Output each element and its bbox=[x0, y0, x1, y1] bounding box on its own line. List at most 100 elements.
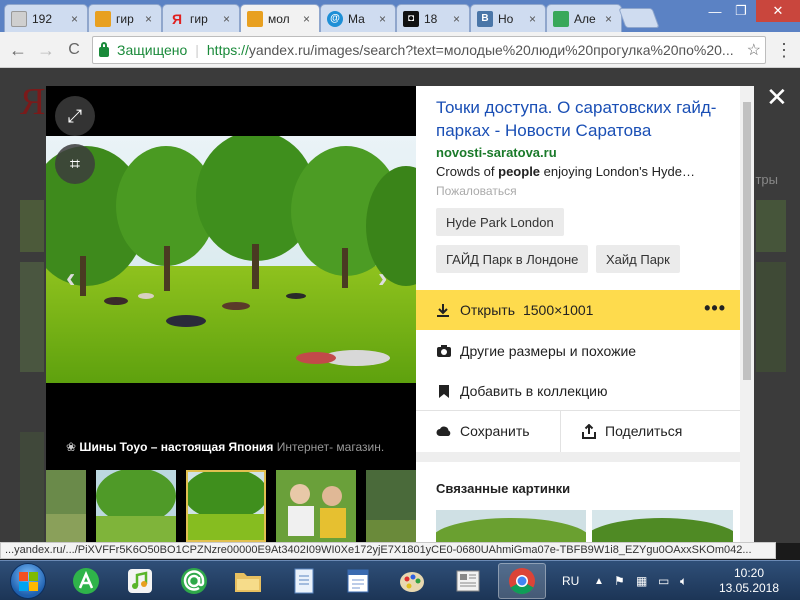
volume-icon[interactable]: 🔈︎ bbox=[680, 561, 687, 600]
folder-icon bbox=[235, 573, 261, 592]
tab-strip: 192 × гир × Я гир × мол × @ Ма × ◘ 18 × … bbox=[0, 0, 800, 32]
forward-button[interactable]: → bbox=[34, 38, 58, 62]
taskbar-mail-agent[interactable] bbox=[170, 563, 218, 599]
ad-line[interactable]: ❀ Шины Toyo – настоящая Япония Интернет-… bbox=[66, 440, 384, 454]
tag-gaid-park[interactable]: ГАЙД Парк в Лондоне bbox=[436, 245, 589, 273]
thumbnail[interactable] bbox=[276, 470, 356, 542]
taskbar-explorer[interactable] bbox=[224, 563, 272, 599]
lock-icon bbox=[99, 42, 109, 57]
taskbar-app-launcher[interactable] bbox=[62, 563, 110, 599]
tab-close-icon[interactable]: × bbox=[223, 12, 233, 26]
panel-scrollbar[interactable] bbox=[740, 86, 754, 543]
taskbar-notepad[interactable] bbox=[280, 563, 328, 599]
crop-icon[interactable]: ⌗ bbox=[55, 144, 95, 184]
open-label: Открыть bbox=[460, 302, 515, 318]
source-snippet: Crowds of people enjoying London's Hyde… bbox=[436, 164, 726, 179]
scrollbar-thumb[interactable] bbox=[743, 102, 751, 380]
taskbar-music[interactable] bbox=[116, 563, 164, 599]
address-bar[interactable]: Защищено | https:// yandex.ru/images/sea… bbox=[92, 36, 766, 64]
thumbnail[interactable] bbox=[366, 470, 416, 542]
clock-time: 10:20 bbox=[733, 566, 765, 580]
next-image-arrow[interactable]: › bbox=[378, 262, 387, 294]
browser-menu-icon[interactable]: ⋮ bbox=[774, 39, 794, 61]
tab-close-icon[interactable]: × bbox=[71, 12, 81, 26]
image-icon bbox=[95, 10, 111, 27]
ad-icon: ❀ bbox=[66, 440, 80, 454]
fullscreen-expand-icon[interactable]: ⤢ bbox=[55, 96, 95, 136]
more-options-icon[interactable]: ••• bbox=[704, 298, 726, 319]
taskbar-news[interactable] bbox=[444, 563, 492, 599]
tab-close-icon[interactable]: × bbox=[379, 12, 389, 26]
tab-title: Но bbox=[498, 11, 514, 26]
main-photo[interactable] bbox=[46, 136, 416, 383]
snippet-highlight: people bbox=[498, 164, 541, 179]
add-collection-label: Добавить в коллекцию bbox=[460, 383, 608, 399]
tab-close-icon[interactable]: × bbox=[529, 12, 539, 26]
language-indicator[interactable]: RU bbox=[562, 561, 579, 600]
report-link[interactable]: Пожаловаться bbox=[436, 184, 517, 198]
monitor-icon[interactable]: ▭ bbox=[658, 561, 669, 600]
other-sizes-button[interactable]: Другие размеры и похожие bbox=[416, 331, 740, 371]
related-image[interactable] bbox=[436, 510, 586, 543]
ad-text: Интернет- магазин. bbox=[276, 440, 385, 454]
system-clock[interactable]: 10:20 13.05.2018 bbox=[712, 566, 786, 596]
green-square-icon bbox=[553, 10, 569, 27]
add-to-collection-button[interactable]: Добавить в коллекцию bbox=[416, 371, 740, 411]
tab-close-icon[interactable]: × bbox=[605, 12, 615, 26]
browser-tab-8[interactable]: Але × bbox=[546, 4, 622, 32]
paint-palette-icon bbox=[400, 572, 424, 592]
minimize-button[interactable]: — bbox=[702, 0, 728, 22]
new-tab-button[interactable] bbox=[618, 8, 660, 28]
tab-title: гир bbox=[190, 11, 208, 26]
browser-tab-7[interactable]: B Но × bbox=[470, 4, 546, 32]
flag-icon[interactable]: ⚑ bbox=[614, 561, 625, 600]
url-scheme: https:// bbox=[206, 42, 249, 58]
tab-close-icon[interactable]: × bbox=[303, 12, 313, 26]
thumbnail-selected[interactable] bbox=[186, 470, 266, 542]
browser-tab-6[interactable]: ◘ 18 × bbox=[396, 4, 470, 32]
background-thumbnail bbox=[20, 262, 44, 372]
related-image[interactable] bbox=[592, 510, 733, 543]
music-note-icon bbox=[128, 569, 152, 593]
network-icon[interactable]: ▦ bbox=[636, 561, 647, 600]
close-viewer-icon[interactable]: ✕ bbox=[766, 82, 788, 113]
browser-tab-5[interactable]: @ Ма × bbox=[320, 4, 396, 32]
tag-hyde-park-london[interactable]: Hyde Park London bbox=[436, 208, 564, 236]
bookmark-star-icon[interactable]: ☆ bbox=[742, 40, 761, 60]
browser-toolbar: ← → C Защищено | https:// yandex.ru/imag… bbox=[0, 32, 800, 68]
tag-khaid-park[interactable]: Хайд Парк bbox=[596, 245, 680, 273]
browser-tab-1[interactable]: 192 × bbox=[4, 4, 88, 32]
secure-label: Защищено bbox=[117, 42, 188, 58]
share-button[interactable]: Поделиться bbox=[561, 411, 740, 451]
taskbar-chrome[interactable] bbox=[498, 563, 546, 599]
window-close-button[interactable]: ✕ bbox=[756, 0, 800, 22]
tab-close-icon[interactable]: × bbox=[453, 12, 463, 26]
divider: | bbox=[195, 42, 199, 58]
start-button[interactable] bbox=[2, 562, 54, 600]
back-button[interactable]: ← bbox=[6, 38, 30, 62]
ad-title: Шины Toyo – настоящая Япония bbox=[79, 440, 274, 454]
open-image-button[interactable]: Открыть 1500×1001 ••• bbox=[416, 290, 740, 330]
reload-button[interactable]: C bbox=[62, 38, 86, 62]
browser-tab-4-active[interactable]: мол × bbox=[240, 4, 320, 32]
other-sizes-label: Другие размеры и похожие bbox=[460, 343, 637, 359]
tray-expand-icon[interactable]: ▲ bbox=[594, 561, 604, 600]
thumbnail[interactable] bbox=[96, 470, 176, 542]
restore-button[interactable]: ❐ bbox=[728, 0, 754, 22]
thumbnail[interactable] bbox=[46, 470, 86, 542]
save-button[interactable]: Сохранить bbox=[416, 411, 560, 451]
previous-image-arrow[interactable]: ‹ bbox=[66, 262, 75, 294]
wordpad-icon bbox=[347, 569, 369, 593]
source-title-link[interactable]: Точки доступа. О саратовских гайд-парках… bbox=[436, 96, 726, 142]
browser-tab-2[interactable]: гир × bbox=[88, 4, 162, 32]
taskbar-wordpad[interactable] bbox=[334, 563, 382, 599]
image-info-panel: Точки доступа. О саратовских гайд-парках… bbox=[416, 86, 740, 543]
tab-title: гир bbox=[116, 11, 134, 26]
cloud-save-icon bbox=[436, 425, 452, 437]
tab-close-icon[interactable]: × bbox=[145, 12, 155, 26]
taskbar-paint[interactable] bbox=[388, 563, 436, 599]
browser-tab-3[interactable]: Я гир × bbox=[162, 4, 240, 32]
source-domain-link[interactable]: novosti-saratova.ru bbox=[436, 145, 557, 160]
background-thumbnail bbox=[20, 200, 44, 252]
background-text: тры bbox=[755, 172, 778, 187]
